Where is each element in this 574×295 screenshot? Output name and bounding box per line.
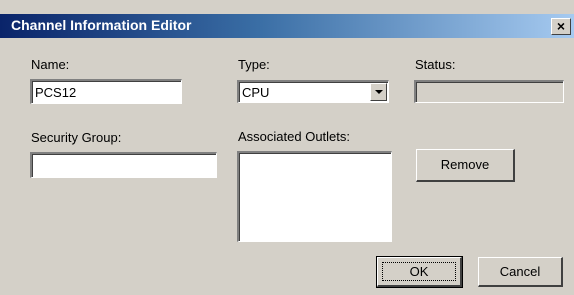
type-label: Type:: [238, 57, 270, 72]
window-title: Channel Information Editor: [11, 17, 192, 33]
security-group-field-frame: [30, 152, 217, 178]
associated-outlets-label: Associated Outlets:: [238, 129, 350, 144]
close-button[interactable]: ×: [551, 18, 571, 35]
remove-button-label: Remove: [440, 157, 490, 172]
name-label: Name:: [31, 57, 70, 72]
status-label: Status:: [415, 57, 456, 72]
remove-button[interactable]: Remove: [416, 149, 515, 182]
close-icon: ×: [556, 18, 566, 34]
ok-button[interactable]: OK: [376, 256, 463, 288]
title-bar[interactable]: Channel Information Editor ×: [0, 14, 574, 38]
type-dropdown-button[interactable]: [370, 83, 387, 101]
ok-button-label: OK: [409, 264, 429, 279]
type-select[interactable]: CPU: [237, 80, 389, 103]
channel-information-editor-dialog: Channel Information Editor × Name: Type:…: [0, 0, 574, 295]
chevron-down-icon: [375, 90, 383, 94]
type-select-value: CPU: [242, 85, 270, 100]
name-field-frame: [30, 79, 182, 104]
associated-outlets-list[interactable]: [237, 151, 392, 242]
security-group-label: Security Group:: [31, 130, 122, 145]
security-group-input[interactable]: [32, 154, 216, 177]
cancel-button[interactable]: Cancel: [478, 257, 563, 287]
cancel-button-label: Cancel: [499, 264, 541, 279]
status-field: [414, 80, 564, 103]
name-input[interactable]: [32, 81, 181, 103]
